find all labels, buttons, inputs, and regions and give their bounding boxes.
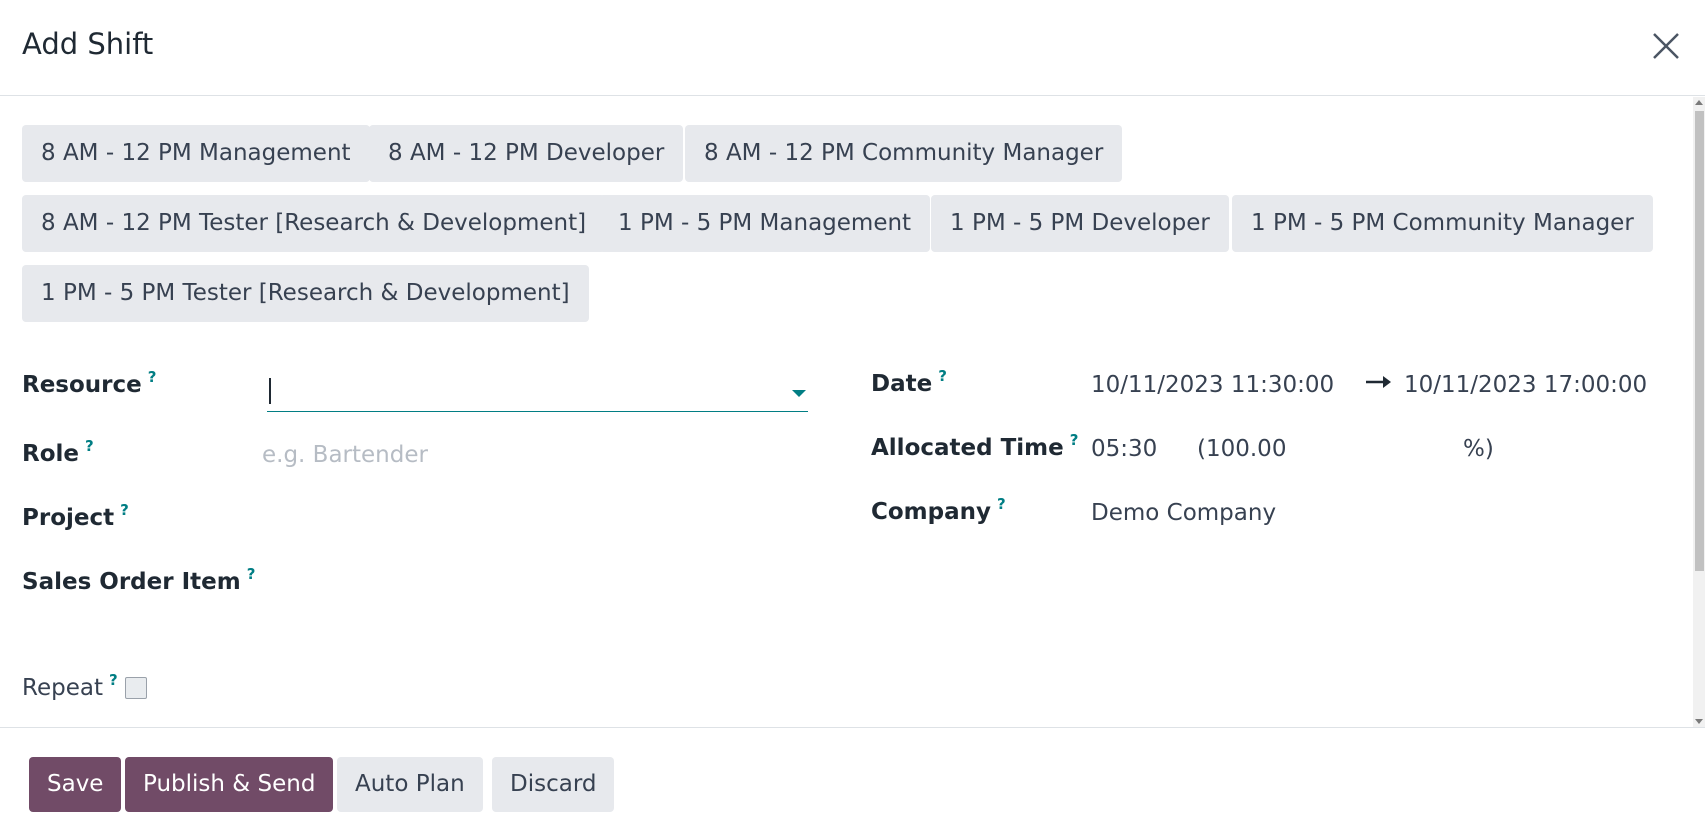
help-icon[interactable]: ? xyxy=(247,565,256,583)
help-icon[interactable]: ? xyxy=(938,367,947,385)
dialog-body xyxy=(0,97,1693,727)
template-button[interactable]: 1 PM - 5 PM Community Manager xyxy=(1232,195,1653,252)
publish-send-button[interactable]: Publish & Send xyxy=(125,757,334,812)
discard-button[interactable]: Discard xyxy=(492,757,615,812)
template-button[interactable]: 1 PM - 5 PM Management xyxy=(599,195,931,252)
template-button[interactable]: 8 AM - 12 PM Tester [Research & Developm… xyxy=(22,195,606,252)
help-icon[interactable]: ? xyxy=(109,671,118,689)
allocated-hours[interactable]: 05:30 xyxy=(1091,436,1157,462)
template-button[interactable]: 1 PM - 5 PM Tester [Research & Developme… xyxy=(22,265,589,322)
end-datetime[interactable]: 10/11/2023 17:00:00 xyxy=(1404,372,1647,398)
template-button[interactable]: 8 AM - 12 PM Community Manager xyxy=(685,125,1123,182)
company-value[interactable]: Demo Company xyxy=(1091,500,1276,526)
template-button[interactable]: 8 AM - 12 PM Management xyxy=(22,125,370,182)
help-icon[interactable]: ? xyxy=(85,437,94,455)
help-icon[interactable]: ? xyxy=(148,368,157,386)
chevron-down-icon[interactable] xyxy=(792,390,806,397)
role-label: Role? xyxy=(22,437,94,467)
scroll-down-icon[interactable] xyxy=(1695,719,1703,724)
arrow-right-icon xyxy=(1363,371,1393,393)
save-button[interactable]: Save xyxy=(29,757,122,812)
close-icon[interactable] xyxy=(1648,28,1684,64)
percent-sign: %) xyxy=(1463,436,1494,462)
dialog-header: Add Shift xyxy=(0,0,1705,96)
repeat-label: Repeat? xyxy=(22,671,118,701)
role-input[interactable]: e.g. Bartender xyxy=(262,442,428,468)
repeat-checkbox[interactable] xyxy=(125,677,147,699)
dialog-title: Add Shift xyxy=(22,27,154,61)
project-label: Project? xyxy=(22,501,129,531)
help-icon[interactable]: ? xyxy=(1070,431,1079,449)
dialog-footer: Save Publish & Send Auto Plan Discard xyxy=(0,727,1705,840)
text-caret xyxy=(269,378,271,404)
scrollbar[interactable] xyxy=(1693,97,1705,727)
start-datetime[interactable]: 10/11/2023 11:30:00 xyxy=(1091,372,1334,398)
company-label: Company? xyxy=(871,495,1006,525)
date-label: Date? xyxy=(871,367,947,397)
resource-input[interactable] xyxy=(267,372,808,412)
help-icon[interactable]: ? xyxy=(997,495,1006,513)
sales-order-item-label: Sales Order Item? xyxy=(22,565,256,595)
scrollbar-thumb[interactable] xyxy=(1695,111,1704,571)
help-icon[interactable]: ? xyxy=(120,501,129,519)
template-button[interactable]: 8 AM - 12 PM Developer xyxy=(369,125,684,182)
resource-label: Resource? xyxy=(22,368,157,398)
allocated-percentage[interactable]: (100.00 xyxy=(1197,436,1286,462)
template-button[interactable]: 1 PM - 5 PM Developer xyxy=(931,195,1229,252)
scroll-up-icon[interactable] xyxy=(1695,100,1703,105)
allocated-time-label: Allocated Time? xyxy=(871,431,1079,461)
auto-plan-button[interactable]: Auto Plan xyxy=(337,757,483,812)
